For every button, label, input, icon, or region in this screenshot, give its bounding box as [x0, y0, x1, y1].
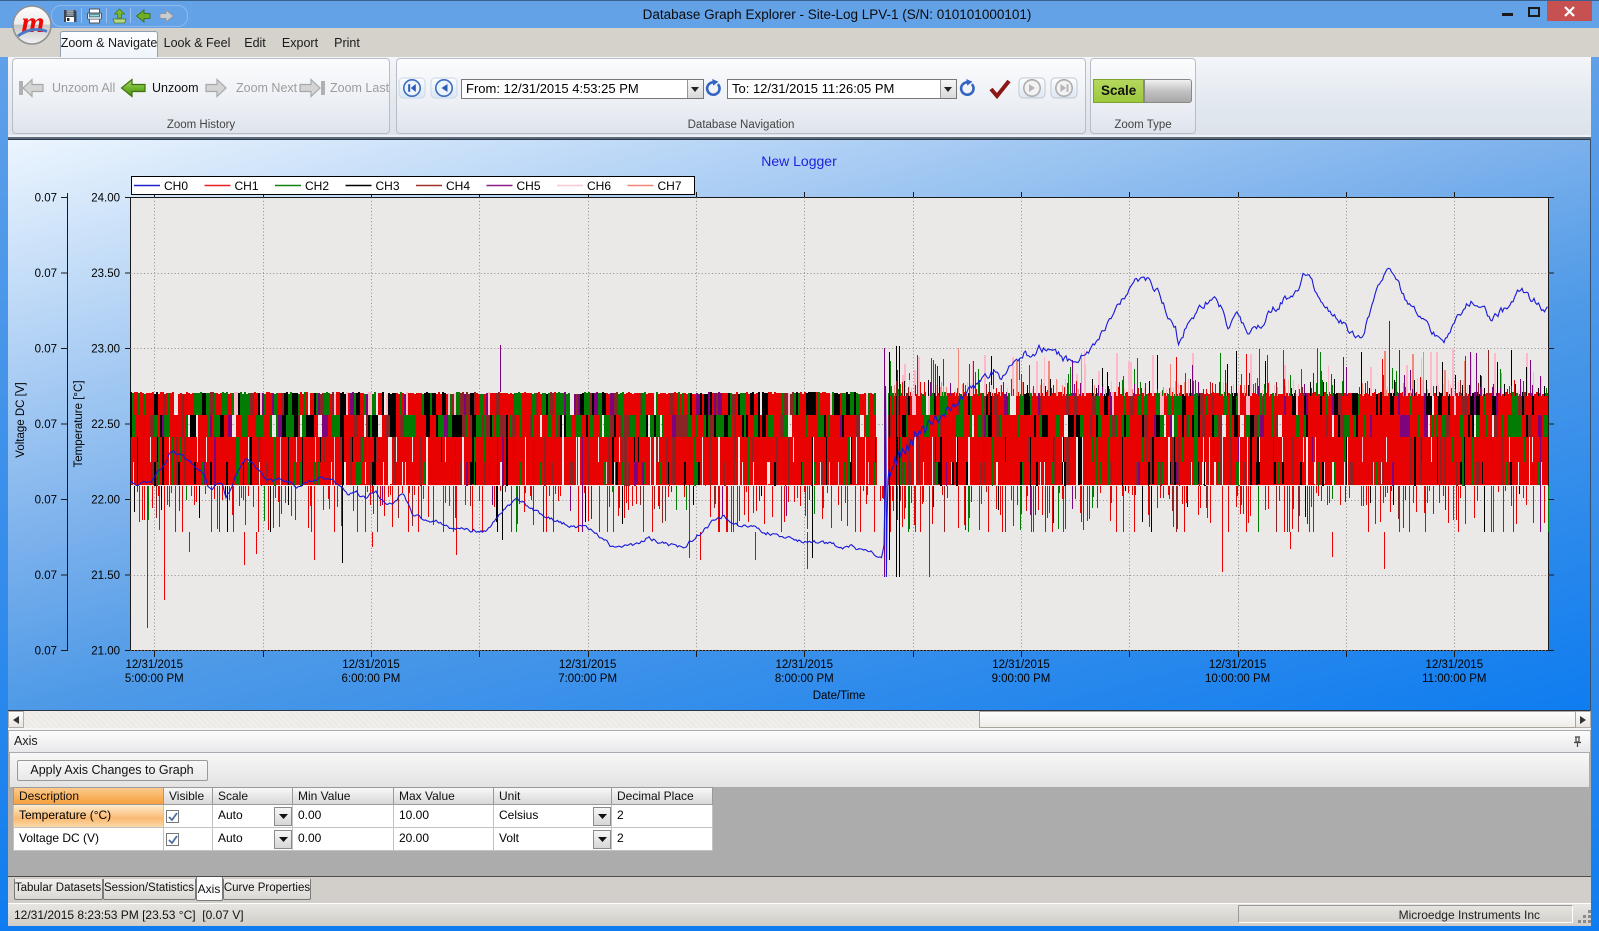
svg-text:CH0: CH0 [164, 179, 188, 193]
svg-text:22.00: 22.00 [91, 495, 120, 507]
svg-text:6:00:00 PM: 6:00:00 PM [342, 673, 401, 685]
svg-text:12/31/2015: 12/31/2015 [1426, 659, 1484, 671]
svg-text:11:00:00 PM: 11:00:00 PM [1422, 673, 1486, 685]
svg-text:8:00:00 PM: 8:00:00 PM [775, 673, 834, 685]
svg-text:9:00:00 PM: 9:00:00 PM [992, 673, 1051, 685]
svg-text:0.07: 0.07 [35, 646, 57, 658]
svg-text:12/31/2015: 12/31/2015 [342, 659, 400, 671]
svg-text:CH4: CH4 [446, 179, 470, 193]
svg-text:21.00: 21.00 [91, 646, 120, 658]
svg-text:Temperature [°C]: Temperature [°C] [73, 380, 85, 467]
svg-text:10:00:00 PM: 10:00:00 PM [1205, 673, 1270, 685]
svg-text:23.50: 23.50 [91, 268, 120, 280]
svg-text:24.00: 24.00 [91, 193, 120, 205]
svg-text:0.07: 0.07 [35, 570, 57, 582]
svg-text:CH6: CH6 [587, 179, 611, 193]
svg-text:CH5: CH5 [517, 179, 541, 193]
svg-text:m: m [21, 6, 44, 39]
svg-text:Voltage DC [V]: Voltage DC [V] [15, 382, 27, 457]
svg-text:12/31/2015: 12/31/2015 [1209, 659, 1267, 671]
svg-text:12/31/2015: 12/31/2015 [992, 659, 1050, 671]
svg-text:CH1: CH1 [235, 179, 259, 193]
svg-text:22.50: 22.50 [91, 419, 120, 431]
svg-text:CH2: CH2 [305, 179, 329, 193]
svg-text:0.07: 0.07 [35, 268, 57, 280]
svg-text:New Logger: New Logger [761, 153, 837, 169]
svg-text:0.07: 0.07 [35, 193, 57, 205]
svg-text:12/31/2015: 12/31/2015 [126, 659, 184, 671]
svg-text:12/31/2015: 12/31/2015 [559, 659, 617, 671]
svg-text:Date/Time: Date/Time [813, 690, 866, 702]
svg-text:5:00:00 PM: 5:00:00 PM [125, 673, 184, 685]
svg-text:0.07: 0.07 [35, 344, 57, 356]
svg-text:7:00:00 PM: 7:00:00 PM [558, 673, 617, 685]
svg-text:12/31/2015: 12/31/2015 [776, 659, 834, 671]
svg-text:CH3: CH3 [376, 179, 400, 193]
svg-text:23.00: 23.00 [91, 344, 120, 356]
svg-text:CH7: CH7 [658, 179, 682, 193]
svg-text:21.50: 21.50 [91, 570, 120, 582]
svg-text:0.07: 0.07 [35, 419, 57, 431]
svg-text:0.07: 0.07 [35, 495, 57, 507]
